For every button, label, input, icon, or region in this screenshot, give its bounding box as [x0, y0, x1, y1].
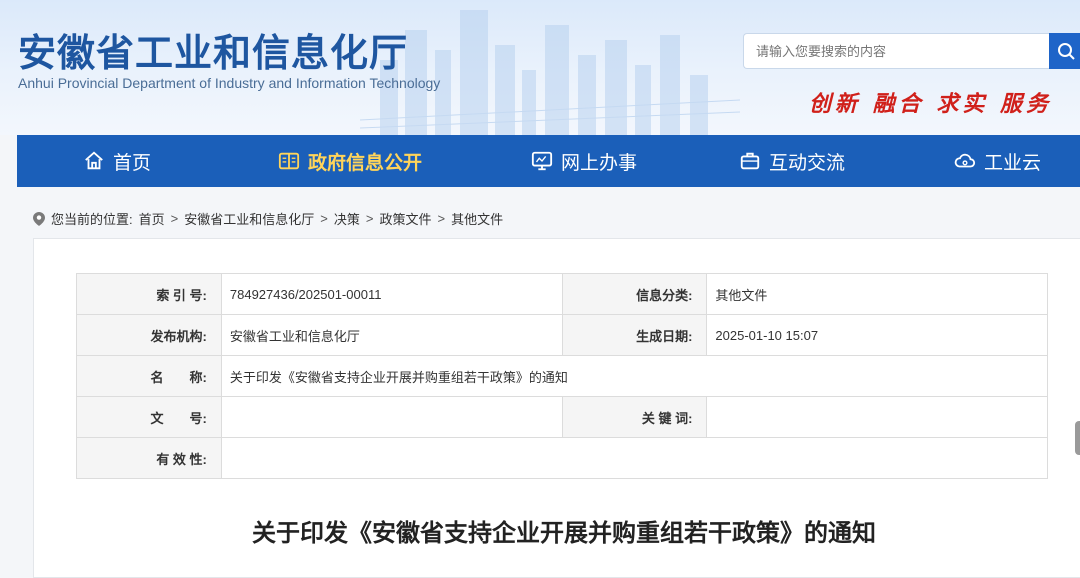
slogan: 创新 融合 求实 服务 — [809, 91, 1052, 117]
breadcrumb-item-other-docs[interactable]: 其他文件 — [451, 209, 503, 228]
nav-item-interaction[interactable]: 互动交流 — [739, 135, 845, 187]
book-icon — [278, 152, 300, 170]
home-icon — [85, 151, 103, 170]
breadcrumb: 您当前的位置: 首页 > 安徽省工业和信息化厅 > 决策 > 政策文件 > 其他… — [33, 209, 503, 228]
validity-label: 有 效 性: — [76, 437, 222, 479]
table-row: 索 引 号: 784927436/202501-00011 信息分类: 其他文件 — [76, 273, 1048, 315]
site-subtitle: Anhui Provincial Department of Industry … — [18, 75, 441, 91]
content-panel: 索 引 号: 784927436/202501-00011 信息分类: 其他文件… — [33, 238, 1080, 578]
briefcase-icon — [740, 152, 760, 170]
nav-item-online-services[interactable]: 网上办事 — [531, 135, 637, 187]
nav-item-label: 首页 — [113, 151, 152, 174]
table-row: 名 称: 关于印发《安徽省支持企业开展并购重组若干政策》的通知 — [76, 355, 1049, 397]
site-header: 安徽省工业和信息化厅 Anhui Provincial Department o… — [0, 0, 1080, 135]
breadcrumb-separator: > — [170, 211, 179, 226]
breadcrumb-item-decision[interactable]: 决策 — [334, 209, 360, 228]
table-row: 发布机构: 安徽省工业和信息化厅 生成日期: 2025-01-10 15:07 — [76, 314, 1048, 356]
validity-value — [220, 437, 1049, 479]
breadcrumb-item-policy-docs[interactable]: 政策文件 — [379, 209, 431, 228]
nav-item-gov-info[interactable]: 政府信息公开 — [278, 135, 422, 187]
nav-item-industry-cloud[interactable]: 工业云 — [954, 135, 1041, 187]
table-row: 文 号: 关 键 词: — [76, 396, 1048, 438]
breadcrumb-separator: > — [437, 211, 446, 226]
date-label: 生成日期: — [561, 314, 708, 356]
document-meta-table: 索 引 号: 784927436/202501-00011 信息分类: 其他文件… — [76, 273, 1049, 479]
location-pin-icon — [33, 211, 45, 226]
name-label: 名 称: — [76, 355, 222, 397]
date-value: 2025-01-10 15:07 — [706, 314, 1048, 356]
category-value: 其他文件 — [706, 273, 1048, 315]
docno-value — [220, 396, 563, 438]
search-input[interactable] — [743, 33, 1049, 69]
category-label: 信息分类: — [561, 273, 708, 315]
search-icon — [1058, 42, 1075, 60]
nav-item-label: 政府信息公开 — [308, 151, 423, 174]
index-label: 索 引 号: — [76, 273, 222, 315]
document-title: 关于印发《安徽省支持企业开展并购重组若干政策》的通知 — [252, 519, 876, 547]
cloud-gear-icon — [954, 153, 976, 168]
keywords-value — [706, 396, 1048, 438]
name-value: 关于印发《安徽省支持企业开展并购重组若干政策》的通知 — [220, 355, 1049, 397]
skyline-decoration — [360, 10, 740, 135]
table-row: 有 效 性: — [76, 437, 1049, 479]
breadcrumb-separator: > — [365, 211, 374, 226]
monitor-icon — [531, 151, 553, 171]
index-value: 784927436/202501-00011 — [220, 273, 563, 315]
breadcrumb-separator: > — [320, 211, 328, 226]
nav-item-label: 工业云 — [984, 151, 1042, 174]
nav-item-home[interactable]: 首页 — [83, 135, 151, 187]
search-button[interactable] — [1049, 33, 1080, 69]
publisher-value: 安徽省工业和信息化厅 — [220, 314, 563, 356]
nav-item-label: 网上办事 — [561, 151, 638, 174]
nav-item-label: 互动交流 — [769, 151, 846, 174]
docno-label: 文 号: — [76, 396, 222, 438]
main-nav: 首页 政府信息公开 网上办事 互动交流 工业云 — [17, 135, 1080, 187]
side-float-tab[interactable] — [1075, 421, 1080, 455]
breadcrumb-prefix: 您当前的位置: — [51, 212, 133, 227]
breadcrumb-item-department[interactable]: 安徽省工业和信息化厅 — [184, 209, 314, 228]
breadcrumb-item-home[interactable]: 首页 — [139, 209, 165, 228]
site-title[interactable]: 安徽省工业和信息化厅 — [18, 22, 408, 77]
keywords-label: 关 键 词: — [561, 396, 708, 438]
publisher-label: 发布机构: — [76, 314, 222, 356]
